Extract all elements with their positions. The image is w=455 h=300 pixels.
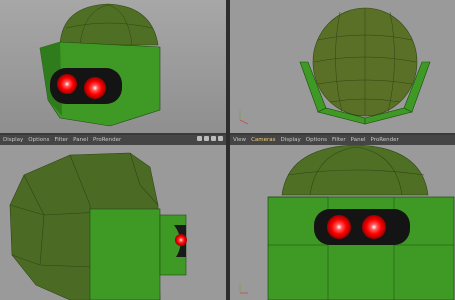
menu-panel[interactable]: Panel	[351, 137, 366, 143]
viewport-menubar-right: View Cameras Display Options Filter Pane…	[230, 135, 455, 145]
menu-panel[interactable]: Panel	[73, 137, 88, 143]
left-eye	[57, 74, 77, 94]
move-view-icon[interactable]	[197, 136, 202, 141]
rotate-view-icon[interactable]	[211, 136, 216, 141]
menu-filter[interactable]: Filter	[332, 137, 346, 143]
viewport-menubar-left: Display Options Filter Panel ProRender	[0, 135, 226, 145]
viewport-front[interactable]	[230, 145, 455, 300]
menu-view[interactable]: View	[233, 137, 246, 143]
view-nav-icons	[197, 136, 223, 141]
viewport-top[interactable]	[230, 0, 455, 133]
side-eye	[175, 234, 187, 246]
menu-prorender[interactable]: ProRender	[371, 137, 399, 143]
zoom-view-icon[interactable]	[204, 136, 209, 141]
toggle-view-icon[interactable]	[218, 136, 223, 141]
menu-options[interactable]: Options	[28, 137, 49, 143]
right-eye-front	[362, 215, 386, 239]
menu-cameras[interactable]: Cameras	[251, 137, 275, 143]
menu-filter[interactable]: Filter	[55, 137, 69, 143]
helmet-visor-front	[267, 196, 455, 300]
right-eye	[84, 77, 106, 99]
menu-display[interactable]: Display	[281, 137, 301, 143]
viewport-right[interactable]	[0, 145, 226, 300]
menu-options[interactable]: Options	[306, 137, 327, 143]
viewport-perspective[interactable]	[0, 0, 226, 133]
helmet-dome-wireframe	[312, 7, 418, 117]
cinema4d-quad-view: Display Options Filter Panel ProRender V…	[0, 0, 455, 300]
menu-prorender[interactable]: ProRender	[93, 137, 121, 143]
menu-display[interactable]: Display	[3, 137, 23, 143]
left-eye-front	[327, 215, 351, 239]
